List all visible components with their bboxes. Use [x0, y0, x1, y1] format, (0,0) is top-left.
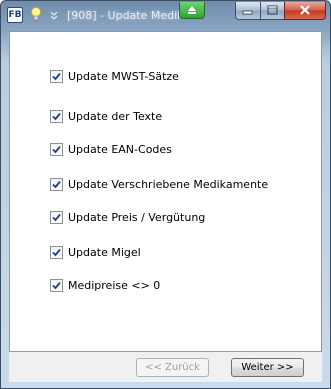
checkmark-icon — [52, 145, 61, 153]
option-label: Update der Texte — [68, 109, 163, 123]
option-label: Update Verschriebene Medikamente — [68, 177, 269, 191]
pin-icon[interactable] — [50, 10, 58, 20]
checkbox[interactable] — [50, 109, 63, 123]
option-label: Update MWST-Sätze — [68, 69, 179, 83]
checkbox[interactable] — [50, 210, 63, 224]
checkmark-icon — [52, 281, 61, 289]
eject-button[interactable] — [179, 2, 205, 19]
option-update-preis[interactable]: Update Preis / Vergütung — [50, 209, 205, 225]
option-update-verschriebene[interactable]: Update Verschriebene Medikamente — [50, 176, 268, 192]
lightbulb-icon[interactable] — [31, 7, 41, 23]
close-icon — [300, 5, 310, 15]
eject-icon — [188, 6, 196, 14]
checkmark-icon — [52, 248, 61, 256]
update-window: FB [908] - Update Medikame — [0, 0, 331, 389]
option-label: Update Migel — [68, 245, 141, 259]
back-button[interactable]: << Zurück — [136, 358, 209, 377]
checkbox[interactable] — [50, 69, 63, 83]
title-bar[interactable]: FB [908] - Update Medikame — [1, 1, 330, 31]
option-label: Update Preis / Vergütung — [68, 210, 206, 224]
app-logo-icon[interactable]: FB — [7, 7, 23, 23]
checkbox[interactable] — [50, 245, 63, 259]
checkbox[interactable] — [50, 278, 63, 292]
checkmark-icon — [52, 72, 61, 80]
minimize-button[interactable] — [235, 2, 261, 20]
checkbox[interactable] — [50, 142, 63, 156]
checkmark-icon — [52, 213, 61, 221]
minimize-icon — [242, 10, 253, 15]
checkmark-icon — [52, 180, 61, 188]
option-update-migel[interactable]: Update Migel — [50, 244, 141, 260]
options-panel: Update MWST-Sätze Update der Texte Updat… — [9, 31, 322, 352]
option-medipreise[interactable]: Medipreise <> 0 — [50, 277, 160, 293]
button-bar: << Zurück Weiter >> — [9, 352, 322, 382]
option-update-ean[interactable]: Update EAN-Codes — [50, 141, 172, 157]
option-label: Medipreise <> 0 — [68, 278, 161, 292]
maximize-icon — [267, 5, 278, 15]
caption-buttons — [235, 2, 326, 20]
checkmark-icon — [52, 112, 61, 120]
option-update-mwst[interactable]: Update MWST-Sätze — [50, 68, 179, 84]
next-button[interactable]: Weiter >> — [231, 358, 304, 377]
window-title: [908] - Update Medikame — [67, 9, 179, 22]
maximize-button[interactable] — [260, 2, 285, 20]
checkbox[interactable] — [50, 177, 63, 191]
option-update-texte[interactable]: Update der Texte — [50, 108, 162, 124]
close-button[interactable] — [284, 2, 326, 20]
option-label: Update EAN-Codes — [68, 142, 172, 156]
